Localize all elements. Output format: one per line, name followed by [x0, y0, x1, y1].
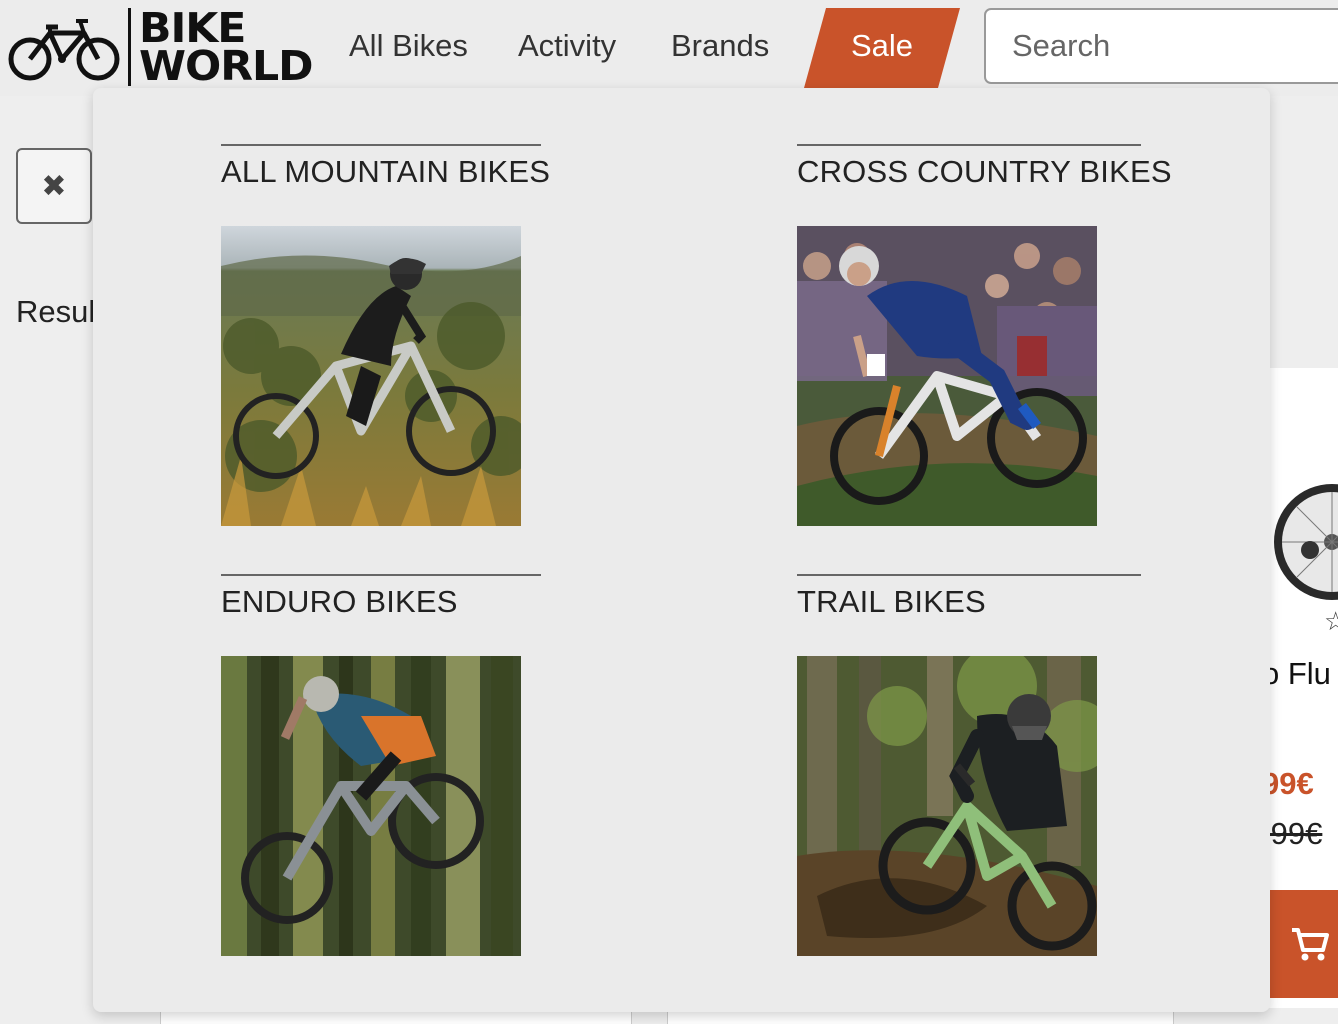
logo-line-2: WORLD: [139, 42, 314, 90]
sale-label: Sale: [850, 28, 914, 63]
product-bike-image[interactable]: [1262, 480, 1338, 610]
category-cross-country[interactable]: CROSS COUNTRY BIKES: [797, 144, 1172, 526]
product-card[interactable]: [667, 1012, 1174, 1024]
category-image[interactable]: [797, 226, 1097, 526]
category-enduro[interactable]: ENDURO BIKES: [221, 574, 567, 956]
category-divider: [797, 144, 1141, 146]
category-title[interactable]: ALL MOUNTAIN BIKES: [221, 154, 567, 190]
category-divider: [221, 574, 541, 576]
search-input[interactable]: [986, 10, 1338, 82]
cross-country-photo: [797, 226, 1097, 526]
category-image[interactable]: [797, 656, 1097, 956]
close-filter-button[interactable]: ✖: [16, 148, 92, 224]
product-card[interactable]: [160, 1012, 632, 1024]
logo-wordmark: BIKE WORLD: [139, 8, 314, 90]
category-title[interactable]: CROSS COUNTRY BIKES: [797, 154, 1172, 190]
site-logo[interactable]: BIKE WORLD: [6, 8, 314, 87]
category-title[interactable]: TRAIL BIKES: [797, 584, 1143, 620]
bike-logo-icon: [8, 19, 120, 81]
nav-all-bikes[interactable]: All Bikes: [349, 28, 468, 64]
nav-activity[interactable]: Activity: [518, 28, 616, 64]
category-title[interactable]: ENDURO BIKES: [221, 584, 567, 620]
cart-icon: [1292, 928, 1329, 961]
product-old-price: .99€: [1262, 816, 1323, 851]
rating-star-icon: ☆: [1324, 606, 1338, 636]
site-header: BIKE WORLD All Bikes Activity Brands Sal…: [0, 0, 1338, 96]
add-to-cart-button[interactable]: [1270, 890, 1338, 998]
enduro-photo: [221, 656, 521, 956]
all-mountain-photo: [221, 226, 521, 526]
nav-brands[interactable]: Brands: [671, 28, 769, 64]
bikes-mega-menu: ALL MOUNTAIN BIKES CROSS COUNTRY BIKES E…: [93, 88, 1270, 1012]
close-icon: ✖: [41, 169, 67, 203]
nav-sale[interactable]: Sale: [804, 8, 960, 88]
category-all-mountain[interactable]: ALL MOUNTAIN BIKES: [221, 144, 567, 526]
category-image[interactable]: [221, 656, 521, 956]
trail-photo: [797, 656, 1097, 956]
category-divider: [797, 574, 1141, 576]
category-trail[interactable]: TRAIL BIKES: [797, 574, 1143, 956]
category-divider: [221, 144, 541, 146]
logo-divider: [128, 8, 131, 86]
search-box[interactable]: [984, 8, 1338, 84]
category-image[interactable]: [221, 226, 521, 526]
results-label: Resul: [16, 294, 96, 329]
product-name[interactable]: o Flu: [1262, 656, 1331, 692]
